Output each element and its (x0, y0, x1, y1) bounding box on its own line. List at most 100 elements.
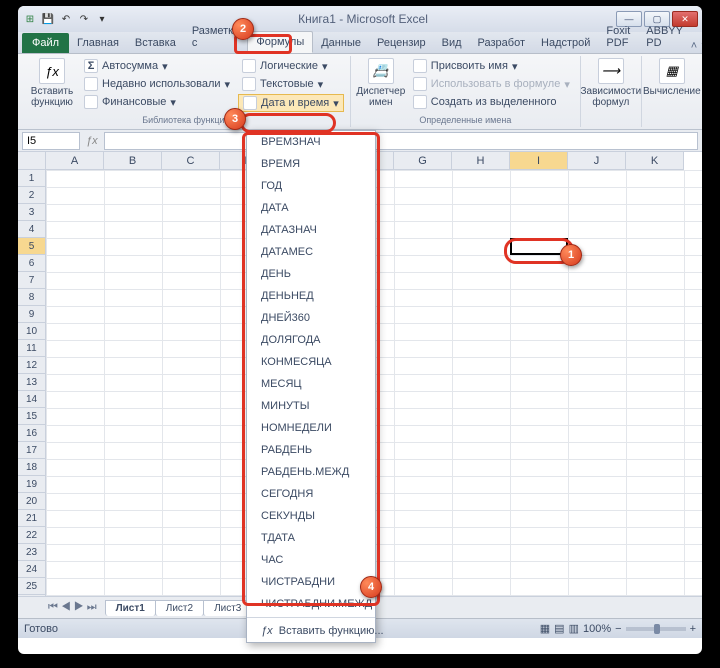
autosum-button[interactable]: ΣАвтосумма ▾ (80, 58, 234, 74)
sheet-tab-3[interactable]: Лист3 (203, 600, 252, 616)
tab-review[interactable]: Рецензир (369, 33, 434, 53)
financial-button[interactable]: Финансовые ▾ (80, 94, 234, 110)
sheet-nav-icons[interactable]: ⏮ ◀ ▶ ⏭ (48, 601, 97, 614)
dropdown-item[interactable]: ГОД (247, 175, 375, 197)
tab-home[interactable]: Главная (69, 33, 127, 53)
dropdown-item[interactable]: ДНЕЙ360 (247, 307, 375, 329)
row-header-19[interactable]: 19 (18, 476, 46, 493)
col-header-C[interactable]: C (162, 152, 220, 170)
dropdown-item[interactable]: СЕГОДНЯ (247, 483, 375, 505)
fx-bar-icon[interactable]: ƒx (86, 135, 98, 147)
tab-addins[interactable]: Надстрой (533, 33, 598, 53)
formula-bar[interactable] (104, 132, 698, 150)
save-icon[interactable]: 💾 (40, 11, 56, 27)
col-header-J[interactable]: J (568, 152, 626, 170)
qat-customize-icon[interactable]: ▾ (94, 11, 110, 27)
row-header-26[interactable]: 26 (18, 595, 46, 596)
row-header-18[interactable]: 18 (18, 459, 46, 476)
use-in-formula-button[interactable]: Использовать в формуле ▾ (409, 76, 574, 92)
calculation-button[interactable]: ▦ Вычисление (648, 58, 696, 97)
logical-button[interactable]: Логические ▾ (238, 58, 344, 74)
view-layout-icon[interactable]: ▤ (554, 622, 564, 635)
zoom-slider[interactable] (626, 627, 686, 631)
tab-file[interactable]: Файл (22, 33, 69, 53)
dropdown-item[interactable]: МЕСЯЦ (247, 373, 375, 395)
tab-foxit[interactable]: Foxit PDF (598, 21, 638, 53)
dropdown-item[interactable]: ЧАС (247, 549, 375, 571)
dropdown-item[interactable]: ЧИСТРАБДНИ (247, 571, 375, 593)
col-header-I[interactable]: I (510, 152, 568, 170)
help-icon[interactable]: ? (701, 40, 702, 53)
row-header-4[interactable]: 4 (18, 221, 46, 238)
recent-button[interactable]: Недавно использовали ▾ (80, 76, 234, 92)
zoom-out-icon[interactable]: − (615, 623, 621, 635)
create-from-selection-button[interactable]: Создать из выделенного (409, 94, 574, 110)
row-header-23[interactable]: 23 (18, 544, 46, 561)
view-normal-icon[interactable]: ▦ (540, 622, 550, 635)
dropdown-item[interactable]: ТДАТА (247, 527, 375, 549)
dropdown-item[interactable]: ЧИСТРАБДНИ.МЕЖД (247, 593, 375, 615)
dropdown-item[interactable]: ВРЕМЯ (247, 153, 375, 175)
sheet-tab-1[interactable]: Лист1 (105, 600, 156, 616)
datetime-button[interactable]: Дата и время ▾ (238, 94, 344, 112)
dropdown-item[interactable]: РАБДЕНЬ.МЕЖД (247, 461, 375, 483)
row-header-24[interactable]: 24 (18, 561, 46, 578)
text-button[interactable]: Текстовые ▾ (238, 76, 344, 92)
row-header-21[interactable]: 21 (18, 510, 46, 527)
dropdown-item[interactable]: МИНУТЫ (247, 395, 375, 417)
row-header-16[interactable]: 16 (18, 425, 46, 442)
insert-function-button[interactable]: ƒx Вставить функцию (28, 58, 76, 112)
dropdown-item[interactable]: ДАТАМЕС (247, 241, 375, 263)
tab-insert[interactable]: Вставка (127, 33, 184, 53)
redo-icon[interactable]: ↷ (76, 11, 92, 27)
name-box[interactable] (22, 132, 80, 150)
zoom-controls[interactable]: ▦ ▤ ▥ 100% − + (540, 622, 696, 635)
tab-abbyy[interactable]: ABBYY PD (638, 21, 691, 53)
dropdown-item[interactable]: СЕКУНДЫ (247, 505, 375, 527)
select-all-corner[interactable] (18, 152, 46, 170)
dropdown-item[interactable]: ДЕНЬ (247, 263, 375, 285)
dropdown-item[interactable]: ДАТА (247, 197, 375, 219)
row-header-3[interactable]: 3 (18, 204, 46, 221)
tab-formulas[interactable]: Формулы (247, 31, 313, 53)
row-header-13[interactable]: 13 (18, 374, 46, 391)
row-header-22[interactable]: 22 (18, 527, 46, 544)
col-header-A[interactable]: A (46, 152, 104, 170)
col-header-K[interactable]: K (626, 152, 684, 170)
row-header-8[interactable]: 8 (18, 289, 46, 306)
dropdown-item[interactable]: ДОЛЯГОДА (247, 329, 375, 351)
col-header-G[interactable]: G (394, 152, 452, 170)
row-header-2[interactable]: 2 (18, 187, 46, 204)
row-header-10[interactable]: 10 (18, 323, 46, 340)
view-break-icon[interactable]: ▥ (569, 622, 579, 635)
tab-data[interactable]: Данные (313, 33, 369, 53)
row-header-9[interactable]: 9 (18, 306, 46, 323)
dropdown-item[interactable]: ДАТАЗНАЧ (247, 219, 375, 241)
ribbon-minimize-icon[interactable]: ˄ (691, 40, 697, 53)
dropdown-item[interactable]: РАБДЕНЬ (247, 439, 375, 461)
row-header-12[interactable]: 12 (18, 357, 46, 374)
tab-developer[interactable]: Разработ (470, 33, 533, 53)
tab-view[interactable]: Вид (434, 33, 470, 53)
row-header-5[interactable]: 5 (18, 238, 46, 255)
dropdown-item[interactable]: ДЕНЬНЕД (247, 285, 375, 307)
undo-icon[interactable]: ↶ (58, 11, 74, 27)
dropdown-item[interactable]: КОНМЕСЯЦА (247, 351, 375, 373)
row-header-7[interactable]: 7 (18, 272, 46, 289)
dropdown-insert-function[interactable]: ƒx Вставить функцию... (247, 620, 375, 642)
dropdown-item[interactable]: НОМНЕДЕЛИ (247, 417, 375, 439)
row-header-14[interactable]: 14 (18, 391, 46, 408)
row-header-25[interactable]: 25 (18, 578, 46, 595)
sheet-tab-2[interactable]: Лист2 (155, 600, 204, 616)
col-header-H[interactable]: H (452, 152, 510, 170)
row-header-6[interactable]: 6 (18, 255, 46, 272)
row-header-11[interactable]: 11 (18, 340, 46, 357)
row-header-1[interactable]: 1 (18, 170, 46, 187)
row-header-17[interactable]: 17 (18, 442, 46, 459)
dropdown-item[interactable]: ВРЕМЗНАЧ (247, 131, 375, 153)
row-header-15[interactable]: 15 (18, 408, 46, 425)
formula-dependencies-button[interactable]: ⟶ Зависимости формул (587, 58, 635, 108)
col-header-B[interactable]: B (104, 152, 162, 170)
row-header-20[interactable]: 20 (18, 493, 46, 510)
name-manager-button[interactable]: 📇 Диспетчер имен (357, 58, 405, 110)
